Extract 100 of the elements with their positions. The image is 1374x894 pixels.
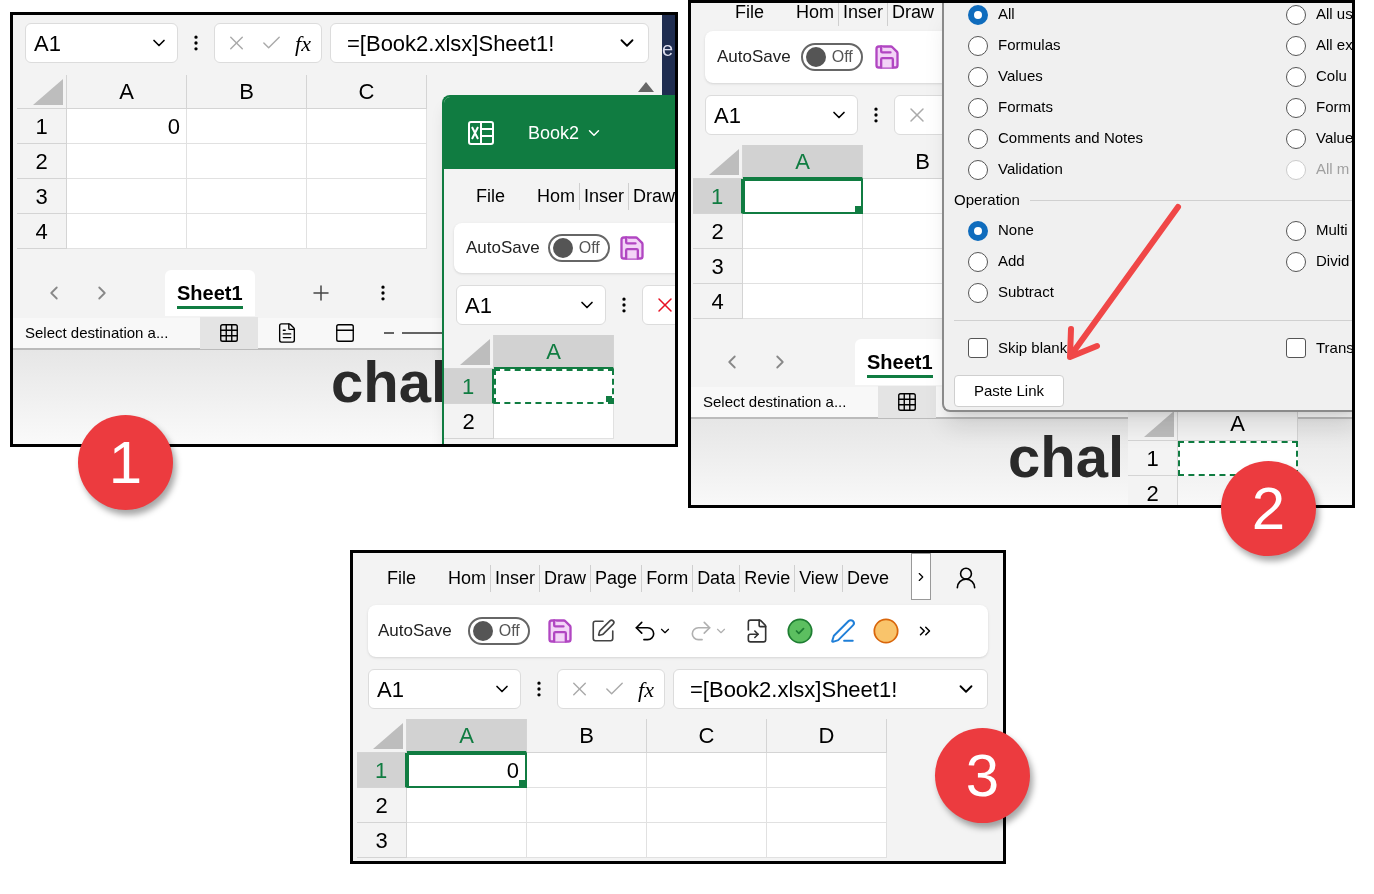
menu-tab[interactable]: Draw (539, 564, 591, 592)
row-header[interactable]: 2 (1128, 476, 1179, 505)
paste-link-button[interactable]: Paste Link (954, 375, 1064, 407)
save-icon[interactable] (617, 234, 646, 262)
workbook-title-button[interactable]: Book2 (528, 119, 604, 147)
grid-cell[interactable] (494, 369, 614, 404)
menu-tab[interactable]: Inser (579, 182, 629, 210)
menu-tab[interactable]: Revie (739, 564, 795, 592)
row-header[interactable]: 4 (693, 284, 743, 319)
row-header[interactable]: 2 (17, 144, 67, 179)
column-header[interactable]: A (67, 75, 187, 109)
radio-button[interactable] (1286, 128, 1306, 149)
pen-icon[interactable] (829, 618, 856, 644)
column-header[interactable]: B (187, 75, 307, 109)
menu-tab[interactable]: View (794, 564, 842, 592)
radio-button[interactable] (968, 282, 988, 303)
spreadsheet-logo-icon[interactable] (468, 121, 494, 145)
insert-function-button[interactable]: fx (295, 26, 311, 60)
row-header[interactable]: 4 (17, 214, 67, 249)
radio-label: Value (1316, 128, 1352, 149)
status-text: Select destination a... (703, 391, 848, 412)
radio-button[interactable] (1286, 66, 1306, 87)
row-header[interactable]: 3 (357, 823, 407, 858)
name-box[interactable]: A1 (368, 669, 521, 709)
menu-tab[interactable]: Inser (838, 3, 888, 26)
radio-label: Values (998, 66, 1043, 87)
menu-tab[interactable]: File (731, 3, 768, 26)
menu-tab[interactable]: File (472, 182, 509, 210)
column-header[interactable]: B (527, 719, 647, 753)
checkbox-label: Skip blank (998, 337, 1068, 358)
save-edit-icon[interactable] (589, 618, 616, 644)
menu-tab[interactable]: Hom (533, 182, 580, 210)
grid-cell[interactable]: 0 (67, 109, 187, 144)
radio-button[interactable] (968, 97, 988, 118)
grid-icon (896, 391, 918, 413)
scroll-up-icon[interactable] (638, 82, 654, 92)
row-header[interactable]: 3 (693, 249, 743, 284)
radio-label: Subtract (998, 282, 1054, 303)
grid-cell[interactable] (743, 179, 863, 214)
name-box[interactable]: A1 (456, 285, 606, 325)
menu-tab[interactable]: Draw (628, 182, 675, 210)
autosave-toggle[interactable]: Off (800, 43, 863, 71)
menu-tab[interactable]: Draw (887, 3, 939, 26)
radio-button[interactable] (1286, 97, 1306, 118)
page-break-icon (334, 322, 356, 344)
scroll-tabs-button[interactable] (910, 553, 931, 600)
autosave-label: AutoSave (378, 620, 452, 643)
radio-button[interactable] (968, 251, 988, 272)
radio-button[interactable] (968, 220, 988, 241)
column-header[interactable]: D (767, 719, 887, 753)
autosave-toggle[interactable]: Off (547, 234, 610, 262)
radio-button[interactable] (968, 35, 988, 56)
radio-button[interactable] (968, 4, 988, 25)
radio-button[interactable] (1286, 251, 1306, 272)
menu-tab[interactable]: Deve (841, 564, 893, 592)
menu-tab[interactable]: File (383, 564, 420, 592)
grid-icon (218, 322, 240, 344)
checkbox[interactable] (968, 338, 988, 358)
column-header[interactable]: C (647, 719, 767, 753)
radio-button[interactable] (1286, 220, 1306, 241)
radio-label: Multi (1316, 220, 1348, 241)
fill-handle[interactable] (606, 396, 612, 402)
radio-button[interactable] (1286, 35, 1306, 56)
normal-view-button[interactable] (200, 317, 258, 349)
row-header[interactable]: 1 (17, 109, 67, 144)
radio-label: Form (1316, 97, 1351, 118)
row-header[interactable]: 2 (693, 214, 743, 249)
column-header[interactable]: C (307, 75, 427, 109)
grid-cell[interactable]: 0 (407, 753, 527, 788)
check-circle-icon[interactable] (785, 617, 814, 645)
name-box[interactable]: A1 (25, 23, 178, 63)
row-header[interactable]: 2 (444, 404, 494, 439)
formula-bar[interactable]: =[Book2.xlsx]Sheet1! (330, 23, 649, 63)
radio-button[interactable] (968, 159, 988, 180)
sheet-tab[interactable]: Sheet1 (855, 339, 945, 385)
menu-tab[interactable]: Form (641, 564, 693, 592)
save-icon[interactable] (545, 617, 574, 645)
normal-view-button[interactable] (878, 386, 936, 418)
radio-button[interactable] (1286, 4, 1306, 25)
menu-tab[interactable]: Inser (490, 564, 540, 592)
radio-button[interactable] (968, 66, 988, 87)
autosave-label: AutoSave (717, 46, 791, 69)
formula-bar[interactable]: =[Book2.xlsx]Sheet1! (673, 669, 988, 709)
radio-button[interactable] (968, 128, 988, 149)
menu-tab[interactable]: Page (590, 564, 642, 592)
row-header[interactable]: 3 (17, 179, 67, 214)
checkbox[interactable] (1286, 338, 1306, 358)
radio-label: Colu (1316, 66, 1347, 87)
name-box[interactable]: A1 (705, 95, 858, 135)
fill-handle[interactable] (855, 206, 861, 212)
menu-tab[interactable]: Hom (792, 3, 839, 26)
autosave-toggle[interactable]: Off (467, 617, 530, 645)
save-icon[interactable] (872, 43, 901, 71)
row-header[interactable]: 2 (357, 788, 407, 823)
insert-function-button[interactable]: fx (638, 672, 654, 706)
menu-tab[interactable]: Hom (444, 564, 491, 592)
fill-handle[interactable] (519, 780, 525, 786)
sheet-tab[interactable]: Sheet1 (165, 270, 255, 316)
menu-tab[interactable]: Data (692, 564, 740, 592)
row-header[interactable]: 1 (1128, 441, 1179, 476)
